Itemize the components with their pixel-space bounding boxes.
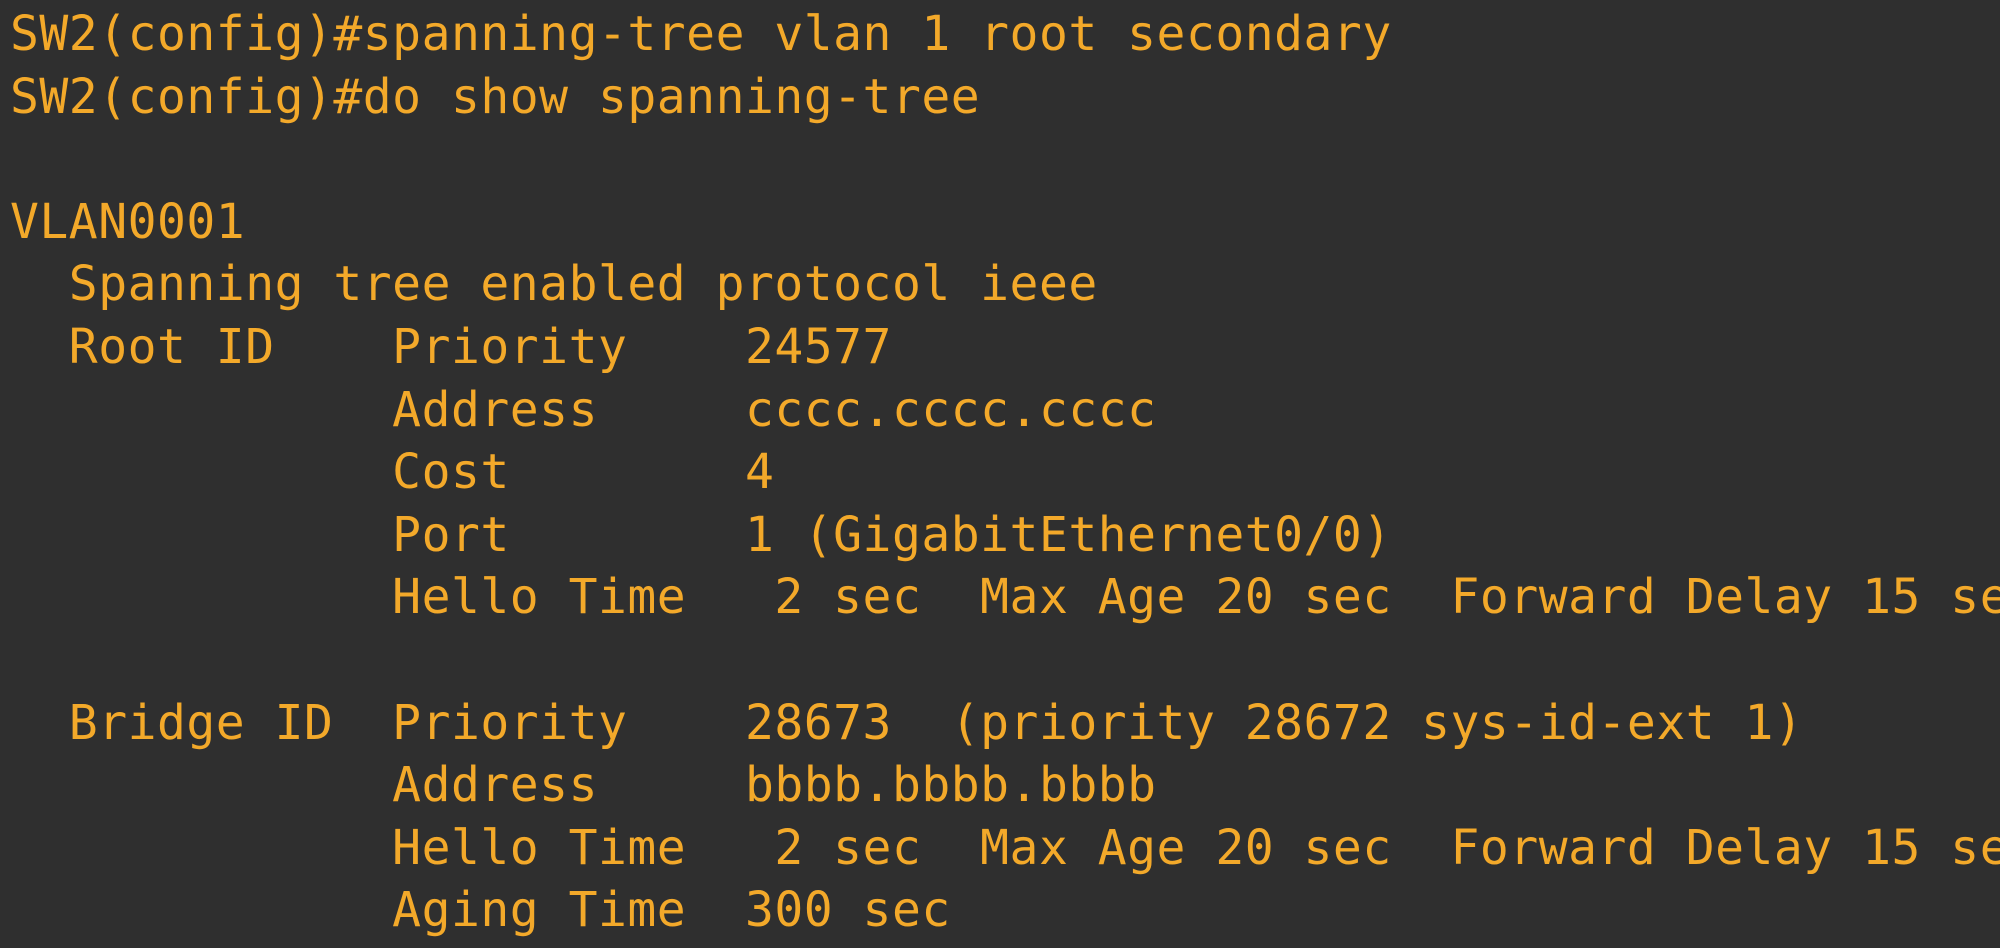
bridge-id-aging-time: Aging Time 300 sec bbox=[10, 882, 951, 939]
root-id-address: Address cccc.cccc.cccc bbox=[10, 381, 1157, 438]
protocol-line: Spanning tree enabled protocol ieee bbox=[10, 256, 1098, 313]
command-line-show-spanning-tree: SW2(config)#do show spanning-tree bbox=[10, 68, 981, 125]
command-line-root-secondary: SW2(config)#spanning-tree vlan 1 root se… bbox=[10, 6, 1392, 62]
bridge-id-priority: Bridge ID Priority 28673 (priority 28672… bbox=[10, 694, 1804, 751]
terminal-window[interactable]: SW2(config)#spanning-tree vlan 1 root se… bbox=[0, 0, 2000, 948]
root-id-port: Port 1 (GigabitEthernet0/0) bbox=[10, 506, 1392, 563]
bridge-id-timers: Hello Time 2 sec Max Age 20 sec Forward … bbox=[10, 819, 2000, 876]
root-id-priority: Root ID Priority 24577 bbox=[10, 318, 892, 375]
root-id-cost: Cost 4 bbox=[10, 444, 775, 501]
root-id-timers: Hello Time 2 sec Max Age 20 sec Forward … bbox=[10, 569, 2000, 626]
vlan-header: VLAN0001 bbox=[10, 193, 246, 250]
bridge-id-address: Address bbbb.bbbb.bbbb bbox=[10, 757, 1157, 814]
